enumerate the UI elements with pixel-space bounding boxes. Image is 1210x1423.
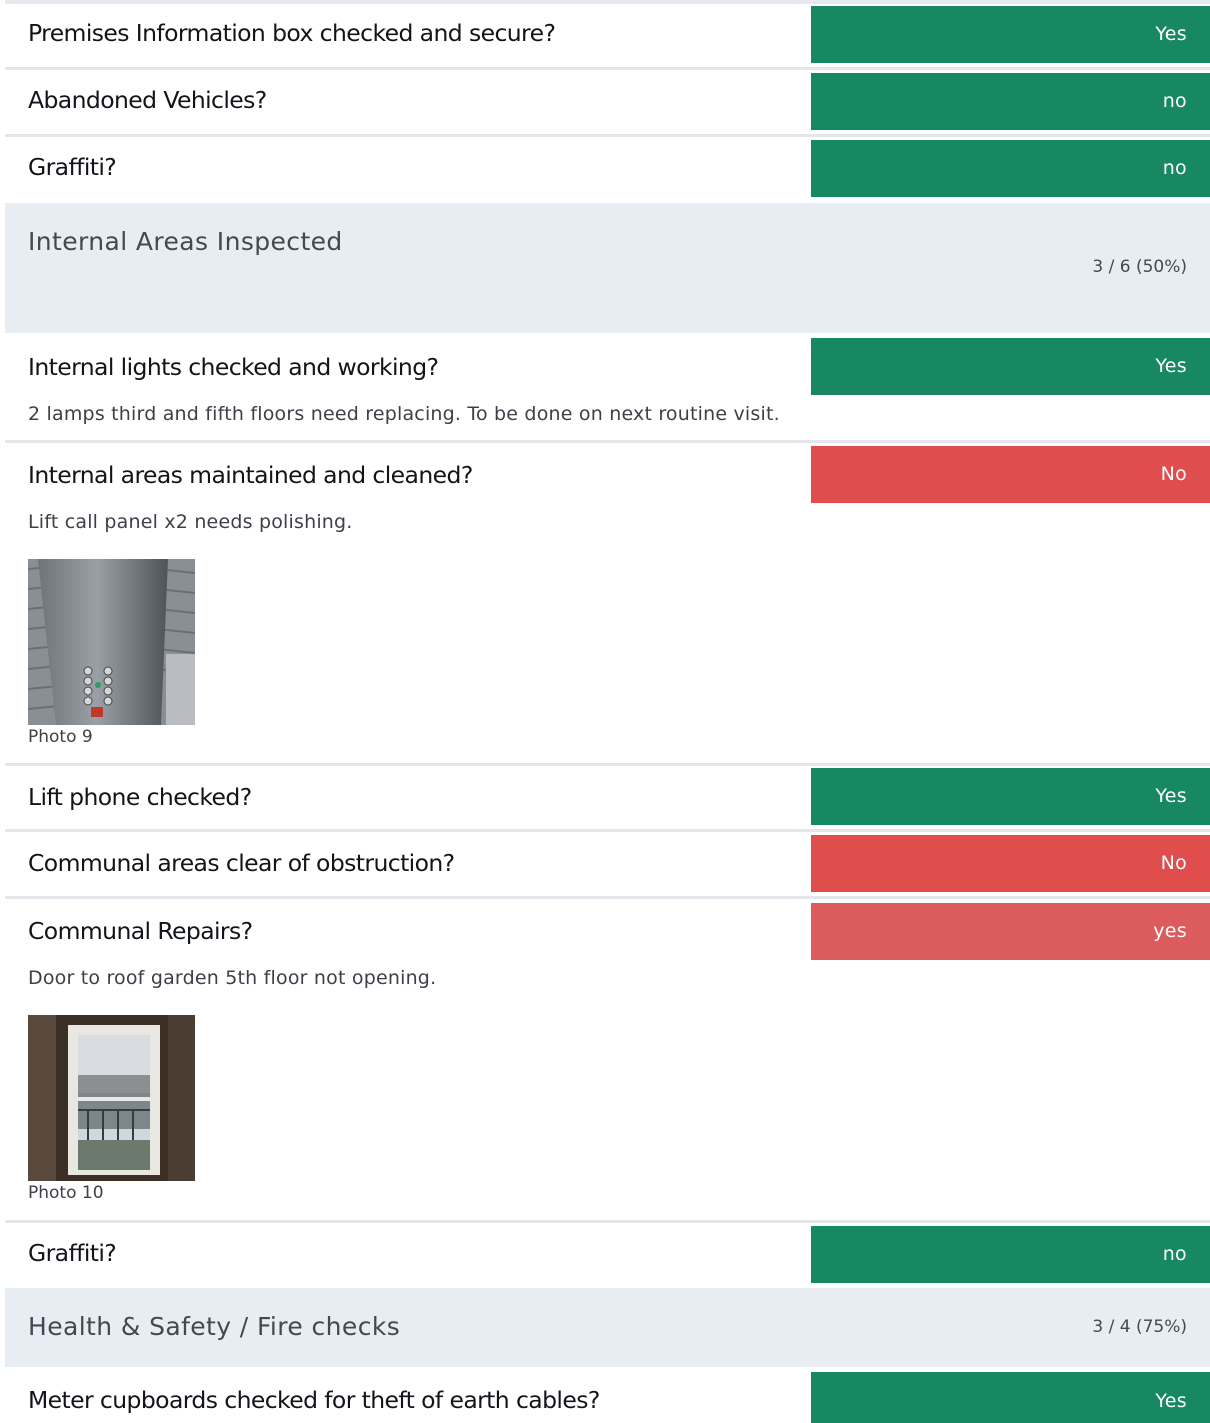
question-label: Communal Repairs? [28,917,253,945]
roof-door-image [28,1015,195,1181]
answer-badge: No [811,446,1210,503]
checklist-row: Premises Information box checked and sec… [5,4,1210,70]
answer-badge: no [811,140,1210,197]
section-score: 3 / 4 (75%) [1092,1317,1187,1337]
photo-caption: Photo 9 [28,727,93,747]
inspection-note: Door to roof garden 5th floor not openin… [28,967,437,989]
photo-lift-panel[interactable] [28,559,195,725]
question-label: Meter cupboards checked for theft of ear… [28,1386,600,1414]
question-label: Internal lights checked and working? [28,353,439,381]
inspection-note: Lift call panel x2 needs polishing. [28,511,353,533]
checklist-row: Lift phone checked? Yes [5,766,1210,832]
section-score: 3 / 6 (50%) [1092,257,1187,277]
photo-caption: Photo 10 [28,1183,104,1203]
question-label: Internal areas maintained and cleaned? [28,461,473,489]
section-header-health-safety: Health & Safety / Fire checks 3 / 4 (75%… [5,1288,1210,1367]
checklist-row: Internal areas maintained and cleaned? N… [5,443,1210,766]
answer-badge: Yes [811,338,1210,395]
checklist-row: Communal Repairs? yes Door to roof garde… [5,899,1210,1223]
answer-badge: yes [811,903,1210,960]
checklist-row: Internal lights checked and working? Yes… [5,333,1210,443]
question-label: Lift phone checked? [28,783,252,811]
checklist-row: Communal areas clear of obstruction? No [5,832,1210,899]
answer-badge: No [811,835,1210,892]
question-label: Premises Information box checked and sec… [28,19,556,47]
section-title: Internal Areas Inspected [28,227,343,256]
checklist-row: Graffiti? no [5,1223,1210,1288]
lift-panel-image [28,559,195,725]
checklist-row: Abandoned Vehicles? no [5,70,1210,137]
checklist-row: Graffiti? no [5,137,1210,203]
answer-badge: Yes [811,768,1210,825]
photo-roof-door[interactable] [28,1015,195,1181]
inspection-note: 2 lamps third and fifth floors need repl… [28,403,780,425]
question-label: Graffiti? [28,153,117,181]
section-header-internal: Internal Areas Inspected 3 / 6 (50%) [5,203,1210,333]
answer-badge: no [811,1226,1210,1283]
answer-badge: Yes [811,6,1210,63]
answer-badge: no [811,73,1210,130]
question-label: Graffiti? [28,1239,117,1267]
question-label: Communal areas clear of obstruction? [28,849,455,877]
question-label: Abandoned Vehicles? [28,86,267,114]
answer-badge: Yes [811,1372,1210,1423]
section-title: Health & Safety / Fire checks [28,1312,401,1341]
checklist-row: Meter cupboards checked for theft of ear… [5,1367,1210,1423]
